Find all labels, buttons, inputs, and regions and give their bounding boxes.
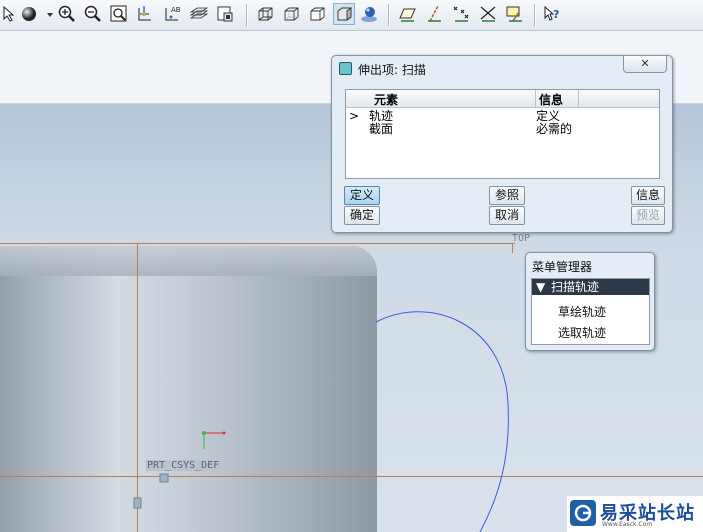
appearance-icon[interactable] [359,4,379,24]
menu-manager: 菜单管理器 ▼ 扫描轨迹 草绘轨迹 选取轨迹 [525,252,655,351]
menu-section-header[interactable]: ▼ 扫描轨迹 [532,279,649,295]
hidden-line-cube-icon[interactable] [281,4,301,24]
whats-this-help-icon[interactable]: ? [543,4,563,24]
toolbar-separator [246,4,248,26]
column-header-info: 信息 [539,93,564,107]
menu-manager-title: 菜单管理器 [532,260,593,274]
datum-axis-icon[interactable] [424,4,444,24]
element-list[interactable]: 元素 信息 > 轨迹 定义 截面 必需的 [345,89,660,179]
no-hidden-cube-icon[interactable] [307,4,327,24]
column-divider [535,90,536,107]
reference-button[interactable]: 参照 [489,186,525,205]
zoom-in-icon[interactable] [57,4,77,24]
csys-origin [202,431,206,435]
menu-item-select-trajectory[interactable]: 选取轨迹 [558,324,606,341]
dialog-title: 伸出项: 扫描 [358,63,426,77]
dialog-app-icon [339,62,352,75]
svg-text:?: ? [553,8,559,21]
cancel-button[interactable]: 取消 [489,206,525,225]
info-button[interactable]: 信息 [631,186,665,205]
view-manager-icon[interactable] [215,4,235,24]
preview-button: 预览 [631,206,665,225]
spin-center-icon[interactable] [135,4,155,24]
datum-tag-b [133,497,142,509]
datum-plane-icon[interactable] [397,4,417,24]
wireframe-cube-icon[interactable] [255,4,275,24]
watermark: 易采站长站 Www.Easck.Com [567,496,703,532]
shading-sphere-icon[interactable] [20,4,40,24]
watermark-logo-icon [570,500,596,526]
toolbar-separator [534,4,536,26]
watermark-subtext: Www.Easck.Com [602,521,653,528]
row-info: 必需的 [536,122,573,136]
list-item[interactable]: 截面 必需的 [346,123,659,136]
ok-button[interactable]: 确定 [344,206,380,225]
shaded-cube-icon[interactable] [333,3,355,25]
sweep-protrusion-dialog: 伸出项: 扫描 ✕ 元素 信息 > 轨迹 定义 截面 必需的 定义 参照 信息 … [331,55,673,233]
annotation-icon[interactable]: AB [163,4,183,24]
row-marker: > [349,109,360,123]
datum-tag-a [159,473,169,483]
column-divider [578,90,579,107]
define-button[interactable]: 定义 [344,186,380,205]
sketch-trajectory-curve [375,311,509,532]
mouse-select-icon[interactable] [0,4,20,24]
menu-item-sketch-trajectory[interactable]: 草绘轨迹 [558,303,606,320]
zoom-fit-icon[interactable] [109,4,129,24]
zoom-out-icon[interactable] [83,4,103,24]
list-header: 元素 信息 [346,90,659,108]
shading-dropdown-icon[interactable] [40,4,53,24]
toolbar-separator [388,4,390,26]
column-header-element: 元素 [374,93,399,107]
close-icon: ✕ [640,57,650,70]
close-button[interactable]: ✕ [623,55,667,73]
datum-display-icon[interactable] [505,4,525,24]
csys-label: PRT_CSYS_DEF [146,460,221,471]
triangle-down-icon: ▼ [536,280,546,294]
csys-axis-end [222,431,226,435]
svg-text:AB: AB [171,6,181,14]
menu-manager-panel: ▼ 扫描轨迹 草绘轨迹 选取轨迹 [531,278,650,345]
datum-point-icon[interactable] [451,4,471,24]
csys-icon[interactable] [478,4,498,24]
main-toolbar: AB ? [0,0,703,31]
row-element: 截面 [369,122,394,136]
menu-section-label: 扫描轨迹 [551,280,600,294]
layers-icon[interactable] [189,4,209,24]
